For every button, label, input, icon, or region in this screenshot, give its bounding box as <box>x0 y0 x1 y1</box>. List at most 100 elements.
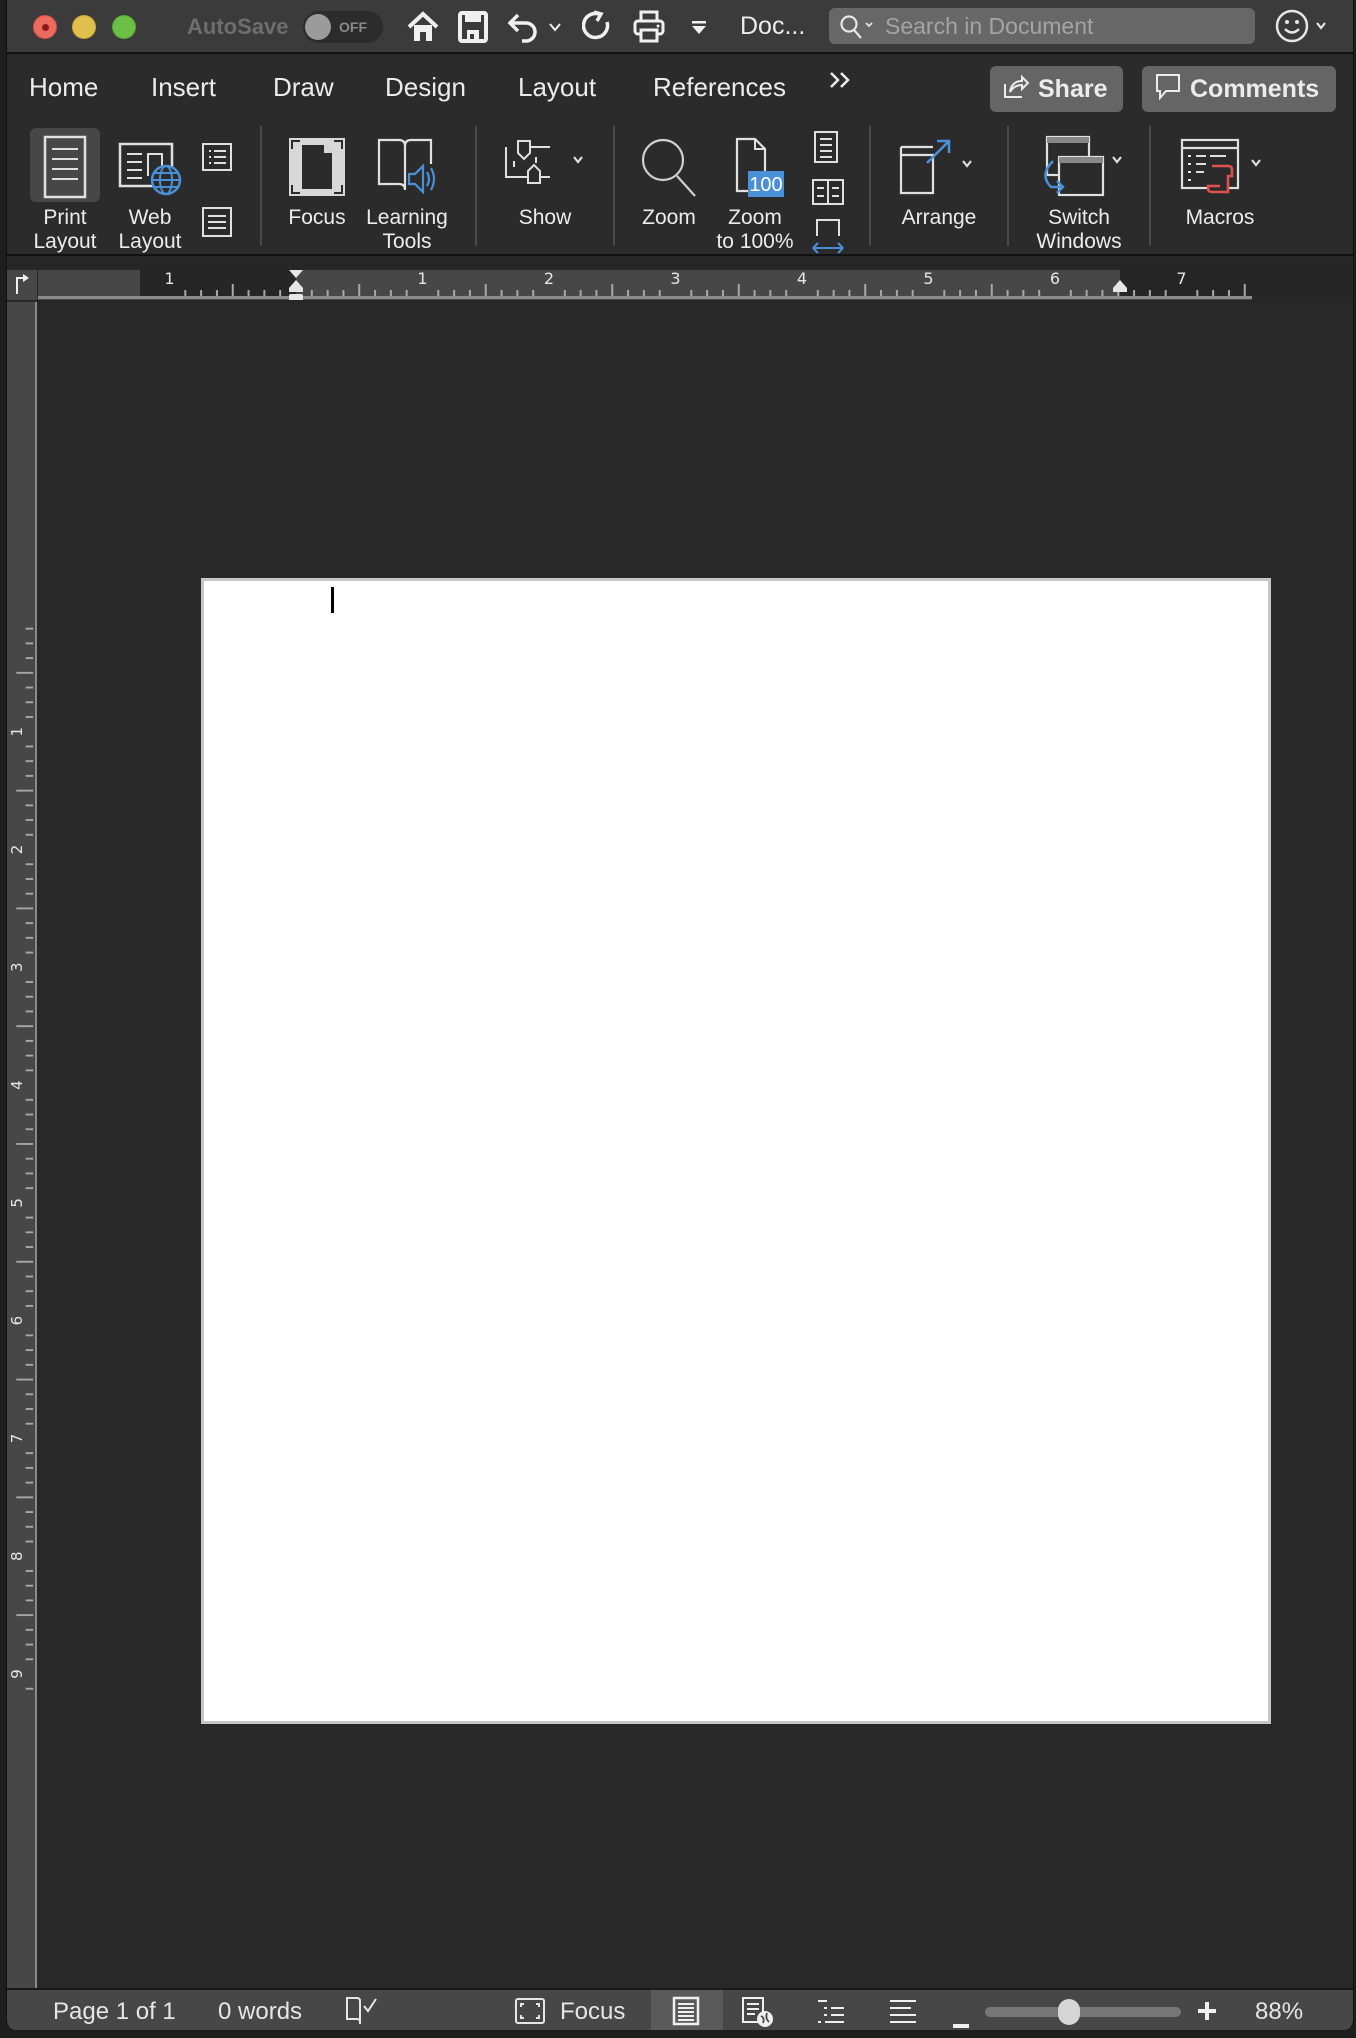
macros-button[interactable]: Macros <box>1167 128 1273 230</box>
multiple-pages-button[interactable] <box>811 178 845 211</box>
ruler-label: 3 <box>670 270 680 288</box>
home-icon[interactable] <box>403 8 443 46</box>
outline-view-button[interactable] <box>201 142 233 179</box>
ruler-label: 9 <box>8 1669 26 1678</box>
title-bar: AutoSave OFF Doc... <box>7 0 1353 54</box>
text-cursor <box>331 587 334 613</box>
print-layout-label-1: Print <box>43 206 87 229</box>
ruler-label: 5 <box>923 270 933 288</box>
search-box[interactable] <box>829 8 1255 44</box>
print-icon[interactable] <box>629 8 669 46</box>
draft-view-icon[interactable] <box>887 1996 919 2030</box>
show-label: Show <box>518 206 572 229</box>
ruler-label: 6 <box>8 1316 26 1326</box>
learning-tools-label-2: Tools <box>382 230 432 253</box>
switch-windows-button[interactable]: Switch Windows <box>1021 128 1137 254</box>
word-count[interactable]: 0 words <box>218 1998 302 2026</box>
show-button[interactable]: Show <box>495 128 595 230</box>
smiley-feedback-icon[interactable] <box>1275 8 1335 49</box>
learning-tools-button[interactable]: Learning Tools <box>359 128 455 254</box>
focus-mode-icon[interactable] <box>514 1996 546 2030</box>
horizontal-ruler[interactable]: 1 1 2 3 4 5 6 7 <box>38 270 1252 300</box>
search-input[interactable] <box>885 8 1245 44</box>
web-layout-button[interactable]: Web Layout <box>110 128 190 254</box>
macros-label: Macros <box>1185 206 1255 229</box>
arrange-label: Arrange <box>901 206 977 229</box>
autosave-label: AutoSave <box>187 14 289 39</box>
focus-icon <box>288 128 346 206</box>
ruler-label: 4 <box>8 1080 26 1090</box>
zoom-magnifier-icon <box>639 128 699 206</box>
autosave-toggle[interactable]: OFF <box>303 11 383 43</box>
ruler-label: 7 <box>8 1434 26 1443</box>
tab-design[interactable]: Design <box>385 72 466 103</box>
tab-selector[interactable] <box>7 270 37 300</box>
tab-references[interactable]: References <box>653 72 786 103</box>
zoom-button[interactable]: Zoom <box>629 128 709 230</box>
zoom-label: Zoom <box>642 206 696 229</box>
vertical-ruler[interactable]: 1 2 3 4 5 6 7 8 9 <box>7 302 37 1988</box>
zoom-out-icon[interactable] <box>952 2008 970 2030</box>
customize-toolbar-icon[interactable] <box>687 8 711 46</box>
ribbon-separator <box>1149 126 1151 246</box>
view-ribbon: Print Layout Web Layout Focus Learning T… <box>7 118 1353 256</box>
tab-layout[interactable]: Layout <box>518 72 596 103</box>
arrange-button[interactable]: Arrange <box>883 128 995 230</box>
tab-home[interactable]: Home <box>29 72 98 103</box>
zoom-100-label-1: Zoom <box>728 206 782 229</box>
print-layout-view-icon[interactable] <box>671 1996 701 2030</box>
ribbon-separator <box>613 126 615 246</box>
comments-button[interactable]: Comments <box>1142 66 1336 112</box>
one-page-button[interactable] <box>813 130 839 169</box>
word-window: AutoSave OFF Doc... Search in Document H… <box>6 0 1354 2030</box>
more-tabs-chevron-icon[interactable] <box>827 68 855 101</box>
search-icon[interactable] <box>839 14 879 45</box>
undo-dropdown-icon[interactable] <box>547 8 563 46</box>
web-layout-icon <box>118 128 182 206</box>
document-title[interactable]: Doc... <box>740 12 805 41</box>
zoom-percentage[interactable]: 88% <box>1255 1998 1303 2026</box>
page-count[interactable]: Page 1 of 1 <box>53 1998 176 2026</box>
switch-windows-label-2: Windows <box>1036 230 1122 253</box>
redo-icon[interactable] <box>577 8 617 46</box>
zoom-slider-thumb[interactable] <box>1058 1999 1081 2025</box>
undo-icon[interactable] <box>503 8 543 46</box>
zoom-slider[interactable] <box>985 1999 1181 2025</box>
share-button[interactable]: Share <box>990 66 1123 112</box>
maximize-window-button[interactable] <box>112 15 136 39</box>
zoom-100-button[interactable]: 100 Zoom to 100% <box>709 128 801 254</box>
page-width-button[interactable] <box>811 218 845 259</box>
multiple-pages-icon <box>812 179 844 205</box>
tab-insert[interactable]: Insert <box>151 72 216 103</box>
web-layout-view-icon[interactable] <box>741 1996 775 2030</box>
document-page[interactable] <box>201 578 1271 1724</box>
focus-mode-label[interactable]: Focus <box>560 1998 625 2026</box>
print-layout-button[interactable]: Print Layout <box>25 128 105 254</box>
page-width-icon <box>812 219 844 254</box>
ruler-label: 8 <box>8 1551 26 1560</box>
draft-icon <box>202 207 232 237</box>
share-icon <box>1002 72 1030 107</box>
comments-label: Comments <box>1190 74 1320 103</box>
minimize-window-button[interactable] <box>72 15 96 39</box>
switch-windows-label-1: Switch <box>1048 206 1110 229</box>
ruler-label: 2 <box>544 270 554 288</box>
ruler-label: 7 <box>1176 270 1186 288</box>
draft-view-button[interactable] <box>201 206 233 243</box>
focus-button[interactable]: Focus <box>275 128 359 230</box>
zoom-in-icon[interactable] <box>1197 2000 1217 2028</box>
ribbon-separator <box>869 126 871 246</box>
proofing-icon[interactable] <box>345 1996 379 2030</box>
ribbon-tabs: Home Insert Draw Design Layout Reference… <box>7 56 1353 118</box>
share-label: Share <box>1038 74 1108 103</box>
tab-draw[interactable]: Draw <box>273 72 334 103</box>
one-page-icon <box>814 131 838 163</box>
comment-icon <box>1154 72 1182 107</box>
toggle-knob <box>305 14 331 40</box>
ruler-label: 5 <box>8 1198 26 1208</box>
autosave-state: OFF <box>339 19 367 35</box>
outline-view-icon[interactable] <box>815 1996 847 2030</box>
learning-tools-icon <box>375 128 439 206</box>
close-window-button[interactable] <box>33 15 57 39</box>
save-icon[interactable] <box>453 8 493 46</box>
